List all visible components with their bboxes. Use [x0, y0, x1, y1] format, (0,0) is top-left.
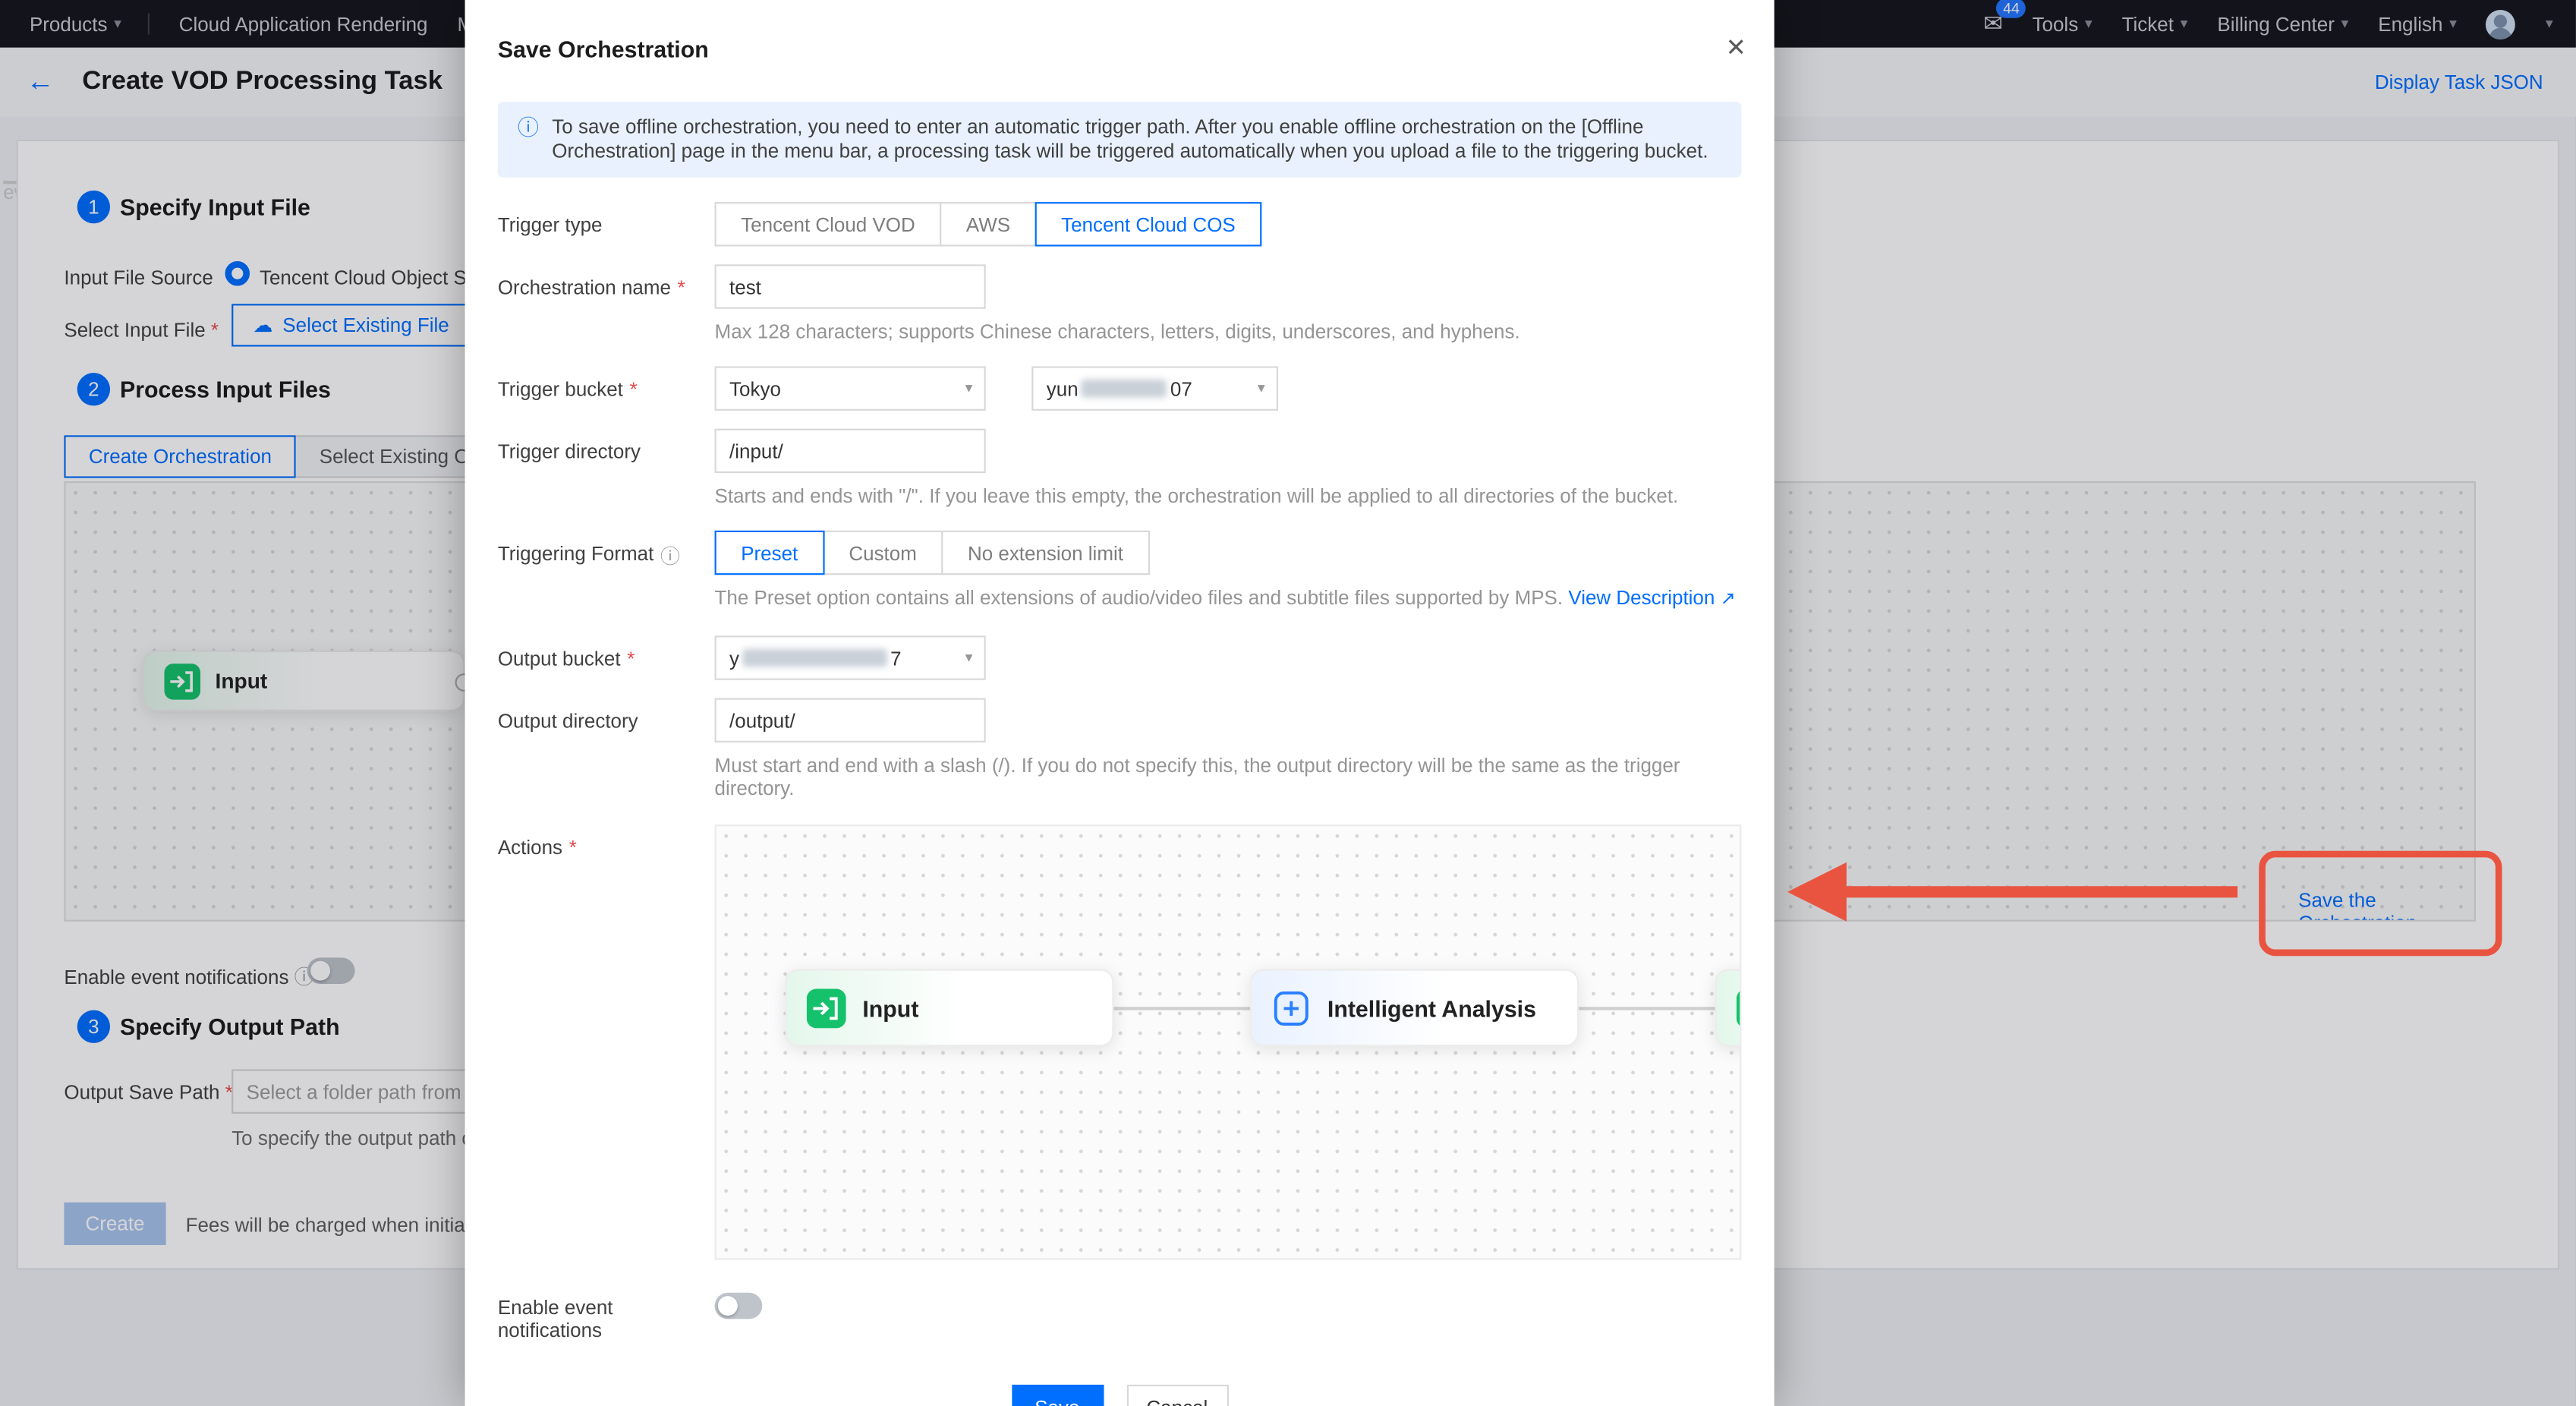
trigger-bucket-value-suffix: 07 — [1170, 377, 1192, 400]
output-directory-label: Output directory — [498, 710, 638, 733]
trigger-bucket-label: Trigger bucket — [498, 378, 623, 401]
required-mark: * — [678, 276, 685, 298]
output-bucket-row: Output bucket * y 7 ▾ — [498, 635, 1742, 679]
trigger-type-option-vod[interactable]: Tencent Cloud VOD — [715, 202, 942, 246]
modal-title: Save Orchestration — [498, 36, 709, 63]
trigger-region-select[interactable]: Tokyo ▾ — [715, 366, 986, 410]
partial-node-icon — [1737, 988, 1741, 1027]
format-option-custom[interactable]: Custom — [823, 531, 943, 575]
required-mark: * — [630, 378, 638, 401]
trigger-region-value: Tokyo — [729, 377, 781, 400]
trigger-type-option-aws[interactable]: AWS — [940, 202, 1036, 246]
info-banner-text: To save offline orchestration, you need … — [552, 115, 1721, 164]
orchestration-name-label: Orchestration name — [498, 276, 671, 298]
trigger-bucket-value-prefix: yun — [1047, 377, 1079, 400]
format-option-no-extension-limit[interactable]: No extension limit — [941, 531, 1149, 575]
trigger-type-row: Trigger type Tencent Cloud VOD AWS Tence… — [498, 202, 1742, 246]
annotation-arrow — [1781, 841, 2249, 943]
output-directory-helper: Must start and end with a slash (/). If … — [715, 754, 1742, 800]
output-bucket-value-prefix: y — [729, 646, 739, 669]
chevron-down-icon: ▾ — [965, 649, 973, 667]
output-directory-row: Output directory Must start and end with… — [498, 698, 1742, 800]
chevron-down-icon: ▾ — [1258, 380, 1265, 398]
orchestration-name-helper: Max 128 characters; supports Chinese cha… — [715, 320, 1520, 343]
save-orchestration-modal: Save Orchestration ✕ ⓘ To save offline o… — [465, 0, 1775, 1406]
modal-buttons: Save Cancel — [498, 1385, 1742, 1406]
annotation-highlight-box — [2259, 851, 2502, 956]
intelligent-analysis-node[interactable]: Intelligent Analysis — [1250, 969, 1579, 1047]
screen: ew Products ▾ Cloud Application Renderin… — [0, 0, 2576, 1406]
modal-body: ⓘ To save offline orchestration, you nee… — [498, 102, 1742, 1406]
close-icon[interactable]: ✕ — [1726, 33, 1746, 62]
actions-label: Actions — [498, 836, 562, 859]
required-mark: * — [569, 836, 577, 859]
modal-notifications-row: Enable event notifications — [498, 1293, 1742, 1342]
intelligent-analysis-icon — [1271, 988, 1311, 1027]
triggering-format-label: Triggering Format — [498, 542, 653, 565]
partial-node[interactable] — [1715, 969, 1742, 1047]
input-node[interactable]: Input — [786, 969, 1114, 1047]
trigger-directory-input[interactable] — [715, 429, 986, 473]
trigger-directory-row: Trigger directory Starts and ends with "… — [498, 429, 1742, 508]
orchestration-name-row: Orchestration name * Max 128 characters;… — [498, 264, 1742, 343]
external-link-icon: ↗ — [1721, 590, 1736, 610]
format-option-preset[interactable]: Preset — [715, 531, 824, 575]
node-connector — [1114, 1007, 1251, 1010]
cancel-button[interactable]: Cancel — [1126, 1385, 1228, 1406]
trigger-type-label: Trigger type — [498, 213, 603, 236]
actions-canvas[interactable]: Input Intelligent Analysis — [715, 824, 1742, 1259]
trigger-directory-label: Trigger directory — [498, 440, 641, 463]
trigger-type-option-cos[interactable]: Tencent Cloud COS — [1035, 202, 1262, 246]
modal-notifications-label: Enable event notifications — [498, 1296, 715, 1342]
view-description-link[interactable]: View Description — [1568, 586, 1715, 609]
info-banner: ⓘ To save offline orchestration, you nee… — [498, 102, 1742, 178]
save-button[interactable]: Save — [1011, 1385, 1103, 1406]
input-node-icon — [807, 988, 846, 1027]
redacted-text — [742, 649, 886, 667]
trigger-bucket-row: Trigger bucket * Tokyo ▾ yun 07 ▾ — [498, 366, 1742, 410]
modal-notifications-toggle[interactable] — [715, 1293, 763, 1319]
output-bucket-label: Output bucket — [498, 647, 621, 670]
node-connector — [1579, 1007, 1715, 1010]
chevron-down-icon: ▾ — [965, 380, 973, 398]
actions-row: Actions * Input — [498, 824, 1742, 1259]
info-icon[interactable]: ⓘ — [660, 542, 680, 570]
intelligent-analysis-label: Intelligent Analysis — [1327, 995, 1536, 1021]
triggering-format-segment: Preset Custom No extension limit — [715, 531, 1150, 575]
trigger-bucket-select[interactable]: yun 07 ▾ — [1031, 366, 1278, 410]
required-mark: * — [627, 647, 635, 670]
trigger-directory-helper: Starts and ends with "/". If you leave t… — [715, 484, 1679, 507]
triggering-format-row: Triggering Format ⓘ Preset Custom No ext… — [498, 531, 1742, 611]
info-icon: ⓘ — [518, 115, 539, 164]
trigger-type-segment: Tencent Cloud VOD AWS Tencent Cloud COS — [715, 202, 1262, 246]
input-node-label: Input — [862, 995, 918, 1021]
output-bucket-value-suffix: 7 — [890, 646, 901, 669]
triggering-format-helper: The Preset option contains all extension… — [715, 586, 1736, 610]
output-bucket-select[interactable]: y 7 ▾ — [715, 635, 986, 679]
output-directory-input[interactable] — [715, 698, 986, 742]
orchestration-name-input[interactable] — [715, 264, 986, 308]
redacted-text — [1082, 380, 1167, 398]
